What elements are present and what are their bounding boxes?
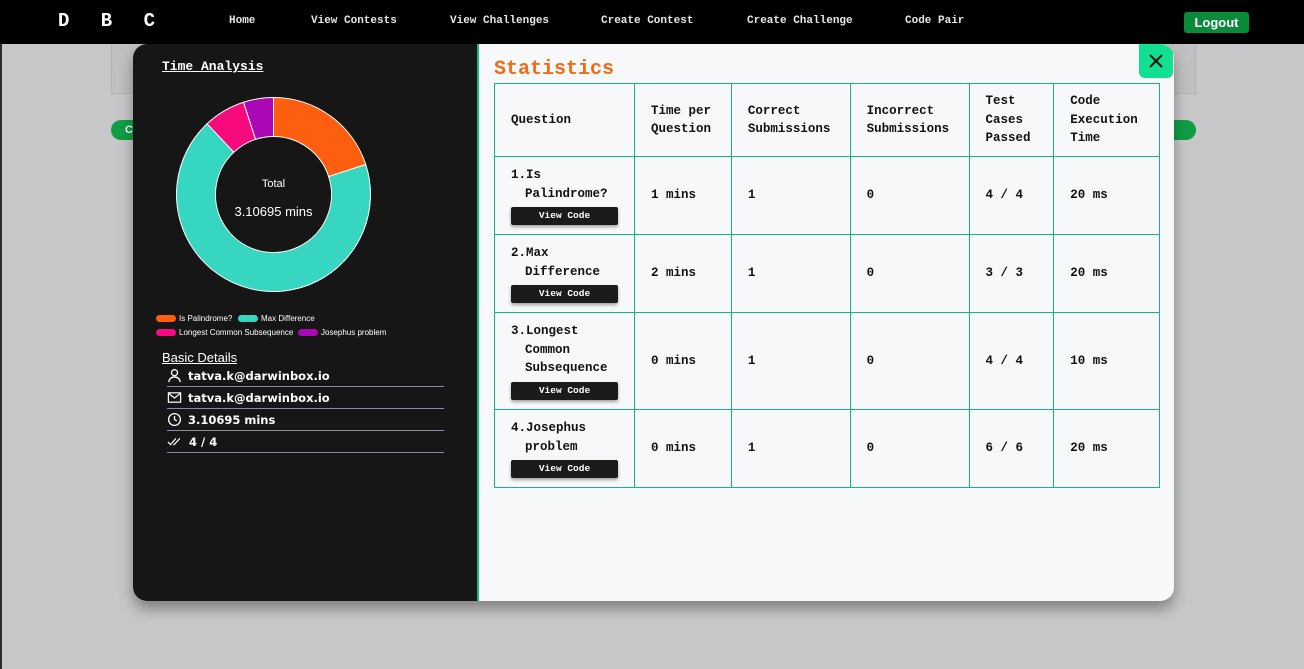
legend-item-josephus[interactable]: Josephus problem: [298, 328, 386, 337]
nav-view-contests[interactable]: View Contests: [311, 15, 397, 27]
username-text: tatva.k@darwinbox.io: [188, 368, 330, 383]
detail-time: 3.10695 mins: [167, 409, 444, 431]
incorrect-cell: 0: [849, 156, 970, 235]
exec-cell: 20 ms: [1053, 409, 1160, 488]
detail-passed: 4 / 4: [167, 431, 444, 453]
detail-email: tatva.k@darwinbox.io: [167, 387, 444, 409]
header-correct: Correct Submissions: [730, 83, 851, 157]
legend-label: Josephus problem: [321, 328, 387, 337]
user-icon: [168, 369, 181, 383]
view-code-button[interactable]: View Code: [511, 285, 618, 303]
close-modal-button[interactable]: [1139, 44, 1173, 78]
header-exec: Code Execution Time: [1053, 83, 1160, 157]
logout-button[interactable]: Logout: [1184, 12, 1249, 33]
tests-cell: 4 / 4: [968, 156, 1055, 235]
time-analysis-title: Time Analysis: [162, 59, 264, 74]
incorrect-cell: 0: [849, 312, 970, 410]
tests-cell: 4 / 4: [968, 312, 1055, 410]
question-cell: 1.Is Palindrome? View Code: [494, 156, 635, 235]
question-name: 3.Longest Common Subsequence: [511, 324, 608, 376]
tests-cell: 3 / 3: [968, 234, 1055, 313]
correct-cell: 1: [730, 234, 851, 313]
nav-create-contest[interactable]: Create Contest: [601, 15, 693, 27]
time-cell: 0 mins: [634, 312, 732, 410]
donut-total-label: Total: [261, 178, 286, 190]
basic-details-title: Basic Details: [162, 350, 238, 365]
correct-cell: 1: [730, 156, 851, 235]
question-name: 1.Is Palindrome?: [511, 168, 608, 201]
question-name: 4.Josephus problem: [511, 421, 587, 454]
email-text: tatva.k@darwinbox.io: [188, 390, 330, 405]
brand-logo[interactable]: D B C: [58, 10, 165, 32]
table-row: 1.Is Palindrome? View Code 1 mins 1 0 4 …: [494, 156, 1160, 235]
statistics-table: Question Time per Question Correct Submi…: [494, 83, 1160, 488]
correct-cell: 1: [730, 409, 851, 488]
donut-total-value: 3.10695 mins: [234, 204, 313, 219]
mail-icon: [167, 392, 182, 403]
table-row: 4.Josephus problem View Code 0 mins 1 0 …: [494, 409, 1160, 488]
double-check-icon: [167, 437, 181, 446]
time-donut-chart: Total 3.10695 mins: [175, 96, 372, 293]
time-cell: 2 mins: [634, 234, 732, 313]
legend-swatch: [156, 329, 176, 336]
passed-text: 4 / 4: [189, 434, 218, 449]
tests-cell: 6 / 6: [968, 409, 1055, 488]
legend-label: Is Palindrome?: [179, 314, 233, 323]
clock-icon: [167, 412, 182, 427]
top-navbar: D B C Home View Contests View Challenges…: [0, 0, 1304, 44]
correct-cell: 1: [730, 312, 851, 410]
chart-legend: Is Palindrome? Max Difference Longest Co…: [156, 312, 456, 338]
exec-cell: 20 ms: [1053, 156, 1160, 235]
legend-label: Max Difference: [261, 314, 315, 323]
statistics-title: Statistics: [494, 58, 615, 81]
time-text: 3.10695 mins: [188, 412, 276, 427]
table-row: 2.Max Difference View Code 2 mins 1 0 3 …: [494, 234, 1160, 313]
view-code-button[interactable]: View Code: [511, 381, 618, 400]
time-analysis-panel: Time Analysis Total 3.10695 mins Is Pali…: [133, 44, 479, 601]
legend-item-is-palindrome[interactable]: Is Palindrome?: [156, 314, 232, 323]
header-question: Question: [494, 83, 635, 157]
legend-item-max-difference[interactable]: Max Difference: [238, 314, 315, 323]
table-row: 3.Longest Common Subsequence View Code 0…: [494, 312, 1160, 410]
header-time: Time per Question: [634, 83, 732, 157]
question-cell: 2.Max Difference View Code: [494, 234, 635, 313]
close-icon: [1149, 54, 1163, 68]
statistics-modal: Time Analysis Total 3.10695 mins Is Pali…: [133, 44, 1174, 601]
legend-swatch: [156, 315, 176, 322]
time-cell: 0 mins: [634, 409, 732, 488]
legend-swatch: [238, 315, 258, 322]
donut-svg: [176, 96, 371, 292]
nav-code-pair[interactable]: Code Pair: [905, 15, 964, 27]
nav-view-challenges[interactable]: View Challenges: [450, 15, 549, 27]
header-tests: Test Cases Passed: [968, 83, 1055, 157]
background-edge: [0, 44, 2, 669]
legend-swatch: [298, 329, 318, 336]
exec-cell: 10 ms: [1053, 312, 1160, 410]
detail-username: tatva.k@darwinbox.io: [167, 365, 444, 387]
incorrect-cell: 0: [849, 234, 970, 313]
time-cell: 1 mins: [634, 156, 732, 235]
legend-item-lcs[interactable]: Longest Common Subsequence: [156, 328, 293, 337]
view-code-button[interactable]: View Code: [511, 207, 618, 225]
nav-create-challenge[interactable]: Create Challenge: [747, 15, 853, 27]
incorrect-cell: 0: [849, 409, 970, 488]
header-incorrect: Incorrect Submissions: [849, 83, 970, 157]
table-header-row: Question Time per Question Correct Submi…: [494, 83, 1160, 157]
statistics-panel: Statistics Question Time per Question Co…: [481, 44, 1174, 601]
question-cell: 4.Josephus problem View Code: [494, 409, 635, 488]
exec-cell: 20 ms: [1053, 234, 1160, 313]
question-name: 2.Max Difference: [511, 246, 601, 279]
question-cell: 3.Longest Common Subsequence View Code: [494, 312, 635, 410]
view-code-button[interactable]: View Code: [511, 460, 618, 478]
nav-home[interactable]: Home: [229, 15, 255, 27]
legend-label: Longest Common Subsequence: [179, 328, 294, 337]
donut-slice-is-palindrome[interactable]: [273, 96, 367, 178]
